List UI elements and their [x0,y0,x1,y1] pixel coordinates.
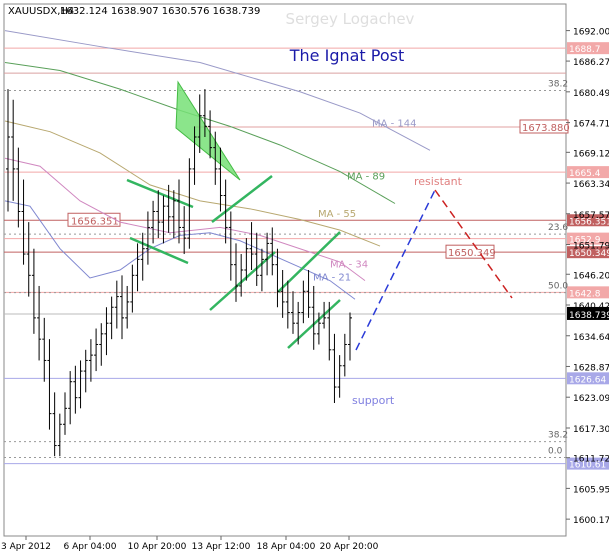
resistant-label: resistant [414,175,463,188]
level-label-1650: 1650.349 [448,248,496,259]
y-tick-0: 1692.00 [573,28,609,38]
x-tick-2: 10 Apr 20:00 [128,542,187,552]
fib-label-2: 50.0 [548,282,568,292]
y-tick-11: 1628.87 [573,363,609,373]
y-tick-14: 1611.72 [573,455,609,465]
ma-label-4: MA - 21 [313,273,351,284]
fib-label-1: 23.6 [548,223,568,233]
ohlc-label: 1632.124 1638.907 1630.576 1638.739 [60,6,260,17]
ma-label-2: MA - 55 [318,209,356,220]
ma-label-1: MA - 89 [347,172,385,183]
y-tick-15: 1605.95 [573,485,609,495]
ma-label-3: MA - 34 [330,259,368,270]
y-tick-3: 1674.71 [573,120,609,130]
watermark: Sergey Logachev [286,10,415,28]
y-tick-6: 1657.57 [573,211,609,221]
y-tick-16: 1600.17 [573,516,609,526]
current-price-text: 1638.739 [569,311,609,321]
y-tick-12: 1623.09 [573,394,609,404]
y-tick-1: 1686.27 [573,58,609,68]
price-chart: 1688.7 1665.4 1656.351 1652.9 1650.349 1642.8… [0,0,609,552]
y-tick-8: 1646.20 [573,271,609,281]
x-tick-3: 13 Apr 12:00 [192,542,251,552]
x-tick-1: 6 Apr 04:00 [64,542,117,552]
fib-label-3: 38.2 [548,431,568,441]
level-tag-text-2: 1665.4 [569,169,601,179]
chart-background [0,0,609,552]
x-tick-0: 3 Apr 2012 [1,542,51,552]
support-label: support [352,394,395,407]
level-tag-text-0: 1688.7 [569,45,601,55]
level-tag-text-6: 1642.8 [569,289,601,299]
y-tick-10: 1634.64 [573,333,609,343]
ma-label-0: MA - 144 [372,118,417,129]
y-tick-13: 1617.30 [573,425,609,435]
x-tick-5: 20 Apr 20:00 [320,542,379,552]
y-tick-5: 1663.34 [573,180,609,190]
chart-canvas: 1688.71665.41656.3511652.91650.3491642.8… [0,0,609,552]
y-tick-7: 1651.79 [573,242,609,252]
x-tick-4: 18 Apr 04:00 [257,542,316,552]
fib-label-0: 38.2 [548,79,568,89]
y-tick-2: 1680.49 [573,89,609,99]
level-label-1673: 1673.880 [522,123,570,134]
level-tag-text-7: 1626.64 [569,375,606,385]
y-tick-4: 1669.12 [573,149,609,159]
chart-title: The Ignat Post [289,46,405,65]
fib-label-4: 0.0 [548,447,563,457]
